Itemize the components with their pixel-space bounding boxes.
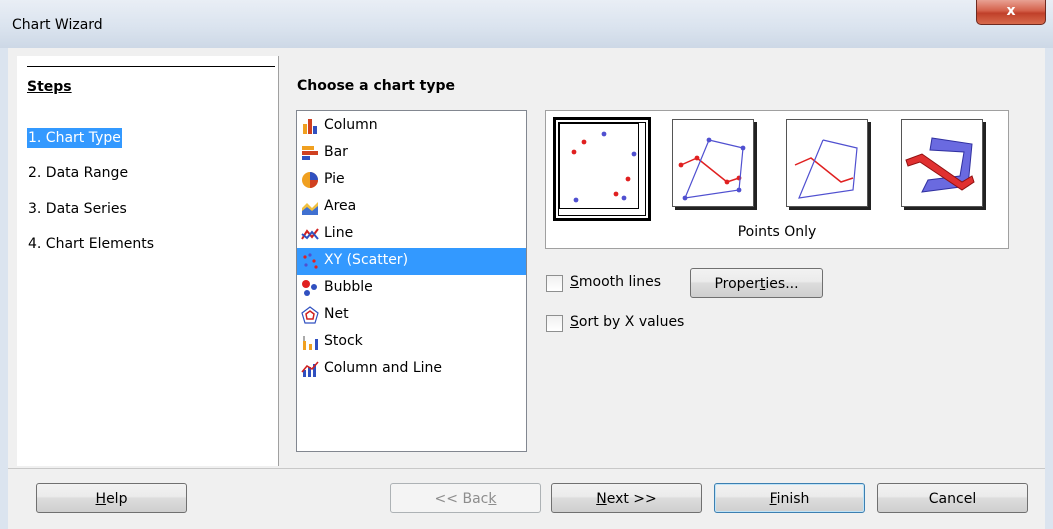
chart-type-label: Net: [324, 306, 349, 322]
label-part: inish: [776, 491, 810, 507]
steps-divider: [27, 66, 275, 67]
label-part: << Bac: [434, 491, 489, 507]
chart-type-label: XY (Scatter): [324, 252, 409, 268]
variant-3d-lines[interactable]: [901, 119, 987, 211]
section-title: Choose a chart type: [297, 78, 456, 94]
column-chart-icon: [303, 119, 317, 134]
chart-type-label: Column and Line: [324, 360, 443, 376]
label-part: elp: [106, 491, 128, 507]
variant-points-only[interactable]: [555, 119, 649, 219]
smooth-lines-checkbox[interactable]: [546, 275, 563, 292]
net-chart-icon: [301, 306, 319, 324]
access-key: k: [488, 491, 497, 507]
variant-name-label: Points Only: [737, 224, 817, 240]
label-part: ies...: [765, 276, 799, 292]
cancel-button[interactable]: Cancel: [877, 483, 1028, 513]
step-data-range[interactable]: 2. Data Range: [27, 163, 129, 183]
sort-by-x-checkbox[interactable]: [546, 315, 563, 332]
chart-type-net[interactable]: Net: [297, 302, 526, 329]
label-part: mooth lines: [578, 274, 662, 290]
variant-strip: [546, 111, 1008, 221]
sort-by-x-label[interactable]: Sort by X values: [570, 314, 684, 330]
scatter-chart-icon: [303, 253, 318, 269]
step-data-series[interactable]: 3. Data Series: [27, 199, 128, 219]
close-button[interactable]: x: [976, 0, 1046, 25]
area-chart-icon: [302, 202, 318, 215]
chart-type-bar[interactable]: Bar: [297, 140, 526, 167]
label-part: ort by X values: [578, 314, 685, 330]
back-button[interactable]: << Back: [390, 483, 541, 513]
chart-type-stock[interactable]: Stock: [297, 329, 526, 356]
access-key: H: [95, 491, 107, 507]
smooth-lines-label[interactable]: Smooth lines: [570, 274, 661, 290]
variant-lines-only[interactable]: [786, 119, 872, 211]
chart-type-xy-scatter[interactable]: XY (Scatter): [297, 248, 526, 275]
close-icon: x: [1006, 3, 1016, 19]
chart-type-area[interactable]: Area: [297, 194, 526, 221]
pie-chart-icon: [302, 172, 318, 188]
chart-type-label: Pie: [324, 171, 345, 187]
chart-wizard-dialog: Chart Wizard x Steps 1. Chart Type 2. Da…: [0, 0, 1053, 529]
chart-type-column-and-line[interactable]: Column and Line: [297, 356, 526, 383]
window-frame-left: [0, 48, 8, 529]
chart-type-column[interactable]: Column: [297, 113, 526, 140]
help-button[interactable]: Help: [36, 483, 187, 513]
chart-type-line[interactable]: Line: [297, 221, 526, 248]
lines-only-icon: [786, 119, 868, 207]
chart-type-label: Bubble: [324, 279, 373, 295]
access-key: S: [570, 314, 579, 330]
step-chart-elements[interactable]: 4. Chart Elements: [27, 234, 155, 254]
window-title: Chart Wizard: [12, 17, 103, 33]
steps-title: Steps: [27, 79, 72, 95]
window-frame-right: [1045, 48, 1053, 529]
step-chart-type[interactable]: 1. Chart Type: [27, 128, 122, 148]
column-and-line-chart-icon: [301, 361, 319, 377]
chart-type-list[interactable]: Column Bar Pie Area Line XY (Scatter) Bu…: [296, 110, 527, 452]
chart-type-label: Column: [324, 117, 378, 133]
stock-chart-icon: [303, 336, 318, 350]
chart-type-bubble[interactable]: Bubble: [297, 275, 526, 302]
access-key: S: [570, 274, 579, 290]
footer-separator: [8, 468, 1045, 469]
steps-panel: Steps 1. Chart Type 2. Data Range 3. Dat…: [17, 56, 279, 466]
access-key: F: [769, 491, 777, 507]
bar-chart-icon: [302, 146, 318, 160]
3d-lines-icon: [901, 119, 983, 207]
label-part: Cancel: [928, 491, 977, 507]
bubble-chart-icon: [302, 280, 317, 296]
chart-type-label: Stock: [324, 333, 363, 349]
chart-type-label: Bar: [324, 144, 348, 160]
access-key: N: [596, 491, 607, 507]
chart-type-pie[interactable]: Pie: [297, 167, 526, 194]
label-part: ext >>: [606, 491, 657, 507]
label-part: Proper: [714, 276, 760, 292]
chart-type-label: Area: [324, 198, 357, 214]
next-button[interactable]: Next >>: [551, 483, 702, 513]
line-chart-icon: [301, 228, 319, 240]
properties-button[interactable]: Properties...: [690, 268, 823, 298]
finish-button[interactable]: Finish: [714, 483, 865, 513]
points-only-icon: [559, 123, 639, 209]
points-and-lines-icon: [672, 119, 754, 207]
chart-type-label: Line: [324, 225, 354, 241]
chart-variant-panel: Points Only: [545, 110, 1009, 249]
title-bar[interactable]: Chart Wizard x: [0, 0, 1053, 48]
variant-points-and-lines[interactable]: [672, 119, 758, 211]
